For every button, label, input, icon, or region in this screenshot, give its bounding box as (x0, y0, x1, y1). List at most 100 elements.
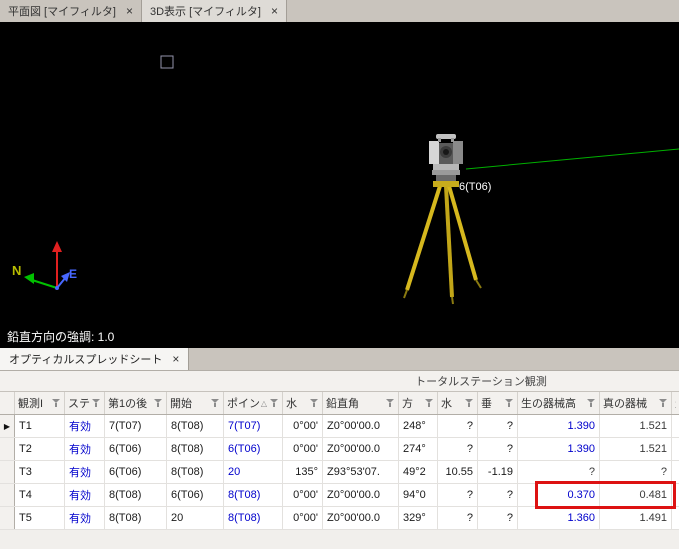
row-header[interactable] (0, 484, 15, 506)
cell-true-instrument-height[interactable]: 1.521 (600, 415, 672, 437)
filter-icon[interactable] (92, 398, 101, 408)
cell-raw-instrument-height[interactable]: ? (518, 461, 600, 483)
cell-azimuth[interactable]: 49°2 (399, 461, 438, 483)
cell-horizontal-dist[interactable]: ? (438, 484, 478, 506)
cell-status[interactable]: 有効 (65, 484, 105, 506)
current-row-marker[interactable]: ▶ (0, 415, 15, 437)
col-header-point[interactable]: ポイン △ (224, 392, 283, 414)
cell-obs-id[interactable]: T4 (15, 484, 65, 506)
filter-icon[interactable] (310, 398, 319, 408)
cell-start[interactable]: 8(T08) (167, 415, 224, 437)
cell-point[interactable]: 20 (224, 461, 283, 483)
filter-icon[interactable] (211, 398, 220, 408)
cell-start[interactable]: 8(T08) (167, 438, 224, 460)
cell-azimuth[interactable]: 329° (399, 507, 438, 529)
row-header[interactable] (0, 461, 15, 483)
cell-overflow[interactable] (672, 438, 679, 460)
filter-icon[interactable] (465, 398, 474, 408)
cell-vertical-dist[interactable]: -1.19 (478, 461, 518, 483)
cell-raw-instrument-height[interactable]: 0.370 (518, 484, 600, 506)
cell-raw-instrument-height[interactable]: 1.390 (518, 415, 600, 437)
cell-vertical-angle[interactable]: Z0°00'00.0 (323, 415, 399, 437)
cell-vertical-angle[interactable]: Z93°53'07. (323, 461, 399, 483)
row-header[interactable] (0, 507, 15, 529)
cell-vertical-dist[interactable]: ? (478, 415, 518, 437)
cell-obs-id[interactable]: T5 (15, 507, 65, 529)
cell-obs-id[interactable]: T1 (15, 415, 65, 437)
col-header-vertical-angle[interactable]: 鉛直角 (323, 392, 399, 414)
cell-horizontal-dist[interactable]: ? (438, 415, 478, 437)
cell-status[interactable]: 有効 (65, 507, 105, 529)
table-row[interactable]: T3 有効 6(T06) 8(T08) 20 135° Z93°53'07. 4… (0, 461, 679, 484)
cell-true-instrument-height[interactable]: 1.521 (600, 438, 672, 460)
cell-overflow[interactable] (672, 415, 679, 437)
cell-vertical-angle[interactable]: Z0°00'00.0 (323, 507, 399, 529)
close-icon[interactable]: × (271, 5, 278, 17)
close-icon[interactable]: × (172, 353, 179, 365)
cell-backsight[interactable]: 7(T07) (105, 415, 167, 437)
cell-backsight[interactable]: 8(T08) (105, 484, 167, 506)
sort-ascending-icon[interactable]: △ (261, 399, 267, 408)
cell-status[interactable]: 有効 (65, 415, 105, 437)
cell-vertical-dist[interactable]: ? (478, 484, 518, 506)
table-row[interactable]: T4 有効 8(T08) 6(T06) 8(T08) 0°00' Z0°00'0… (0, 484, 679, 507)
cell-backsight[interactable]: 8(T08) (105, 507, 167, 529)
cell-start[interactable]: 6(T06) (167, 484, 224, 506)
cell-horizontal-dist[interactable]: ? (438, 438, 478, 460)
col-header-vertical-dist[interactable]: 垂 (478, 392, 518, 414)
cell-horizontal-angle[interactable]: 0°00' (283, 507, 323, 529)
cell-true-instrument-height[interactable]: 0.481 (600, 484, 672, 506)
col-header-overflow[interactable]: 生 (672, 392, 679, 414)
cell-horizontal-dist[interactable]: ? (438, 507, 478, 529)
cell-backsight[interactable]: 6(T06) (105, 461, 167, 483)
cell-status[interactable]: 有効 (65, 438, 105, 460)
col-header-horizontal-angle[interactable]: 水 (283, 392, 323, 414)
table-row[interactable]: T5 有効 8(T08) 20 8(T08) 0°00' Z0°00'00.0 … (0, 507, 679, 530)
cell-raw-instrument-height[interactable]: 1.360 (518, 507, 600, 529)
tab-3d-view[interactable]: 3D表示 [マイフィルタ] × (141, 0, 287, 22)
filter-icon[interactable] (52, 398, 61, 408)
cell-point[interactable]: 8(T08) (224, 507, 283, 529)
filter-icon[interactable] (386, 398, 395, 408)
cell-vertical-angle[interactable]: Z0°00'00.0 (323, 484, 399, 506)
cell-horizontal-angle[interactable]: 0°00' (283, 415, 323, 437)
3d-viewport[interactable]: N E 6(T06) 鉛直方向の強調: 1.0 (0, 22, 679, 348)
cell-point[interactable]: 7(T07) (224, 415, 283, 437)
cell-horizontal-angle[interactable]: 0°00' (283, 484, 323, 506)
cell-raw-instrument-height[interactable]: 1.390 (518, 438, 600, 460)
cell-azimuth[interactable]: 94°0 (399, 484, 438, 506)
cell-horizontal-angle[interactable]: 135° (283, 461, 323, 483)
col-header-true-instrument-height[interactable]: 真の器械 (600, 392, 672, 414)
cell-vertical-dist[interactable]: ? (478, 438, 518, 460)
close-icon[interactable]: × (126, 5, 133, 17)
table-row[interactable]: ▶ T1 有効 7(T07) 8(T08) 7(T07) 0°00' Z0°00… (0, 415, 679, 438)
col-header-start[interactable]: 開始 (167, 392, 224, 414)
filter-icon[interactable] (587, 398, 596, 408)
col-header-obs-id[interactable]: 観測I (15, 392, 65, 414)
cell-azimuth[interactable]: 274° (399, 438, 438, 460)
row-header[interactable] (0, 438, 15, 460)
cell-vertical-angle[interactable]: Z0°00'00.0 (323, 438, 399, 460)
cell-overflow[interactable] (672, 461, 679, 483)
tab-optical-spreadsheet[interactable]: オプティカルスプレッドシート × (0, 348, 190, 370)
cell-overflow[interactable] (672, 484, 679, 506)
filter-icon[interactable] (425, 398, 434, 408)
cell-true-instrument-height[interactable]: 1.491 (600, 507, 672, 529)
cell-true-instrument-height[interactable]: ? (600, 461, 672, 483)
cell-point[interactable]: 8(T08) (224, 484, 283, 506)
cell-overflow[interactable] (672, 507, 679, 529)
cell-point[interactable]: 6(T06) (224, 438, 283, 460)
cell-horizontal-dist[interactable]: 10.55 (438, 461, 478, 483)
tab-plan-view[interactable]: 平面図 [マイフィルタ] × (0, 0, 142, 22)
col-header-status[interactable]: ステ (65, 392, 105, 414)
col-header-azimuth[interactable]: 方 (399, 392, 438, 414)
col-header-horizontal-dist[interactable]: 水 (438, 392, 478, 414)
col-header-raw-instrument-height[interactable]: 生の器械高 (518, 392, 600, 414)
cell-obs-id[interactable]: T3 (15, 461, 65, 483)
cell-azimuth[interactable]: 248° (399, 415, 438, 437)
cell-start[interactable]: 8(T08) (167, 461, 224, 483)
filter-icon[interactable] (154, 398, 163, 408)
filter-icon[interactable] (659, 398, 668, 408)
cell-status[interactable]: 有効 (65, 461, 105, 483)
col-header-backsight[interactable]: 第1の後 (105, 392, 167, 414)
